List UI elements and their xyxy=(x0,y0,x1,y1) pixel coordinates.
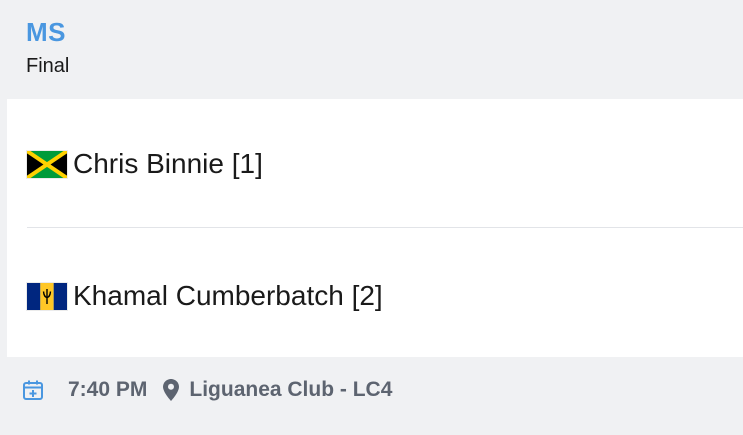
calendar-icon xyxy=(23,380,43,400)
map-pin-icon xyxy=(163,379,180,401)
barbados-flag-icon xyxy=(27,282,67,310)
event-code: MS xyxy=(26,17,66,47)
player-row-2[interactable]: Khamal Cumberbatch [2] xyxy=(27,276,383,316)
player-name: Chris Binnie [1] xyxy=(73,148,263,179)
match-card[interactable]: MS Final Chris Binnie [1] Khamal Cumberb… xyxy=(0,0,743,435)
player-row-1[interactable]: Chris Binnie [1] xyxy=(27,144,263,184)
match-footer: 7:40 PM Liguanea Club - LC4 xyxy=(22,374,392,406)
round-label: Final xyxy=(26,55,70,77)
match-header: MS Final xyxy=(26,14,69,78)
jamaica-flag-icon xyxy=(27,150,67,178)
match-time: 7:40 PM xyxy=(68,378,148,401)
players-panel: Chris Binnie [1] Khamal Cumberbatch [2] xyxy=(7,99,743,357)
player-name: Khamal Cumberbatch [2] xyxy=(73,280,383,311)
match-location[interactable]: Liguanea Club - LC4 xyxy=(189,378,392,402)
player-divider xyxy=(27,227,743,228)
